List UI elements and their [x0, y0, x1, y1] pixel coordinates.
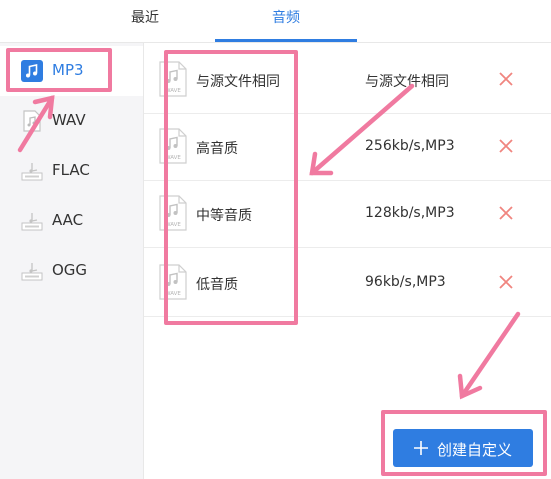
delete-icon[interactable] [496, 272, 516, 292]
flac-file-icon [21, 163, 43, 181]
format-item-wav[interactable]: WAV [0, 96, 143, 146]
tab-recent[interactable]: 最近 [90, 0, 200, 42]
annotation-box-mp3 [6, 48, 112, 92]
tab-bar: 最近 音频 [0, 0, 551, 42]
format-item-ogg[interactable]: OGG [0, 246, 143, 296]
format-sidebar: MP3 WAV FLAC AAC OGG [0, 43, 144, 479]
preset-value: 与源文件相同 [365, 74, 449, 90]
audio-format-panel: 最近 音频 MP3 WAV FLAC AAC OGG WAVE 与源文件相同 与… [0, 0, 551, 479]
format-label: FLAC [52, 161, 90, 179]
format-label: AAC [52, 211, 84, 229]
delete-icon[interactable] [496, 203, 516, 223]
ogg-file-icon [21, 263, 43, 281]
format-label: WAV [52, 111, 86, 129]
delete-icon[interactable] [496, 136, 516, 156]
tab-audio[interactable]: 音频 [215, 0, 357, 42]
annotation-box-presets [164, 50, 298, 325]
format-item-flac[interactable]: FLAC [0, 146, 143, 196]
delete-icon[interactable] [496, 69, 516, 89]
format-label: OGG [52, 261, 88, 279]
aac-file-icon [21, 213, 43, 231]
annotation-box-create [381, 410, 547, 476]
arrow-to-create [459, 311, 521, 399]
format-item-aac[interactable]: AAC [0, 196, 143, 246]
preset-value: 96kb/s,MP3 [365, 274, 446, 290]
preset-value: 128kb/s,MP3 [365, 205, 455, 221]
wav-file-icon [23, 110, 41, 132]
preset-value: 256kb/s,MP3 [365, 138, 455, 154]
